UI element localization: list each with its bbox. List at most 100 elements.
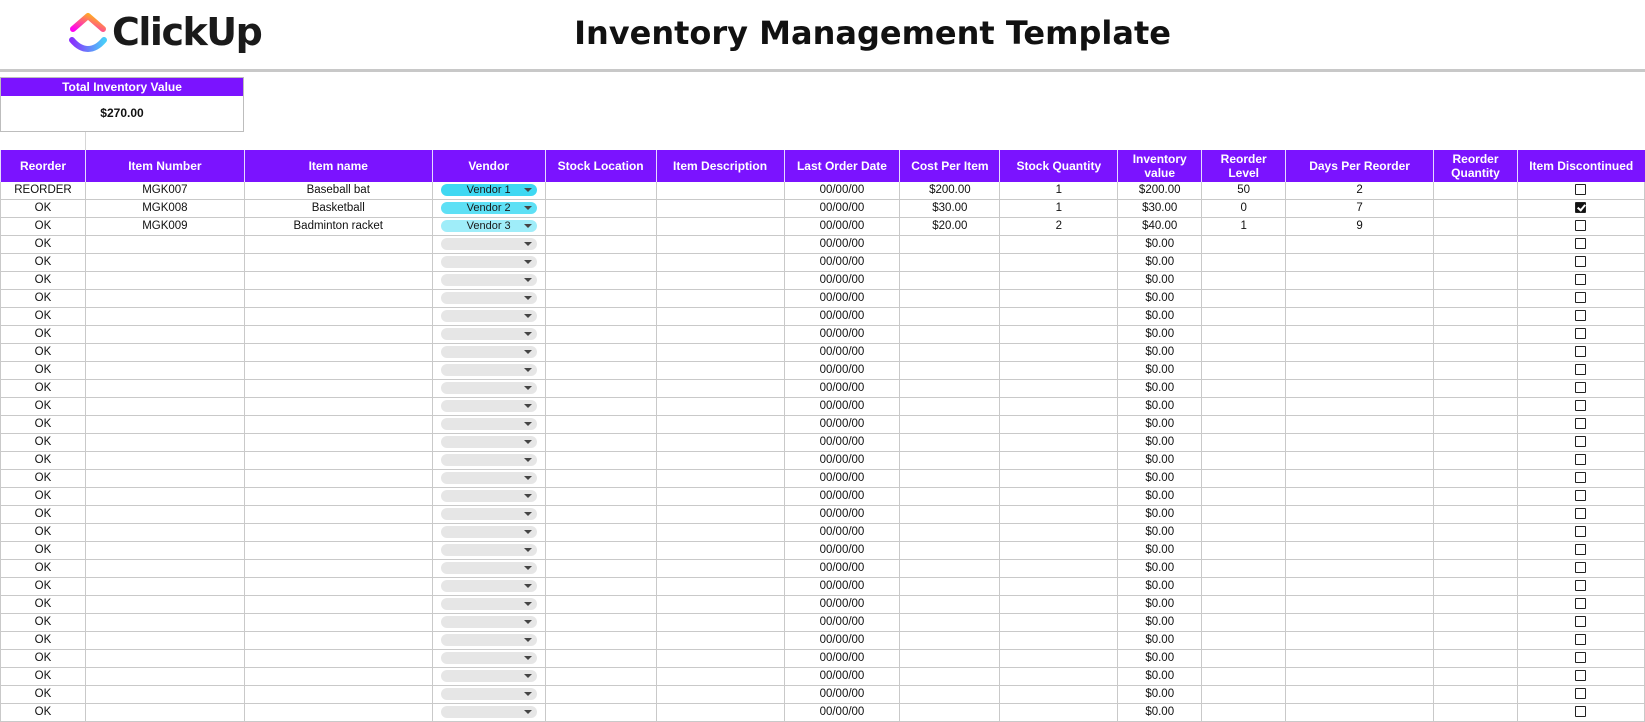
stock-quantity-cell[interactable] (999, 433, 1119, 452)
vendor-cell[interactable] (431, 649, 546, 668)
stock-quantity-cell[interactable] (999, 469, 1119, 488)
item-description-cell[interactable] (655, 505, 785, 524)
item-description-cell[interactable] (655, 685, 785, 704)
days-per-reorder-cell[interactable] (1285, 235, 1435, 254)
reorder-quantity-cell[interactable] (1433, 253, 1518, 272)
discontinued-checkbox[interactable] (1575, 598, 1587, 610)
vendor-dropdown[interactable] (440, 417, 537, 430)
discontinued-checkbox[interactable] (1575, 634, 1587, 646)
vendor-dropdown[interactable]: Vendor 3 (440, 219, 537, 232)
item-discontinued-cell[interactable] (1516, 667, 1645, 686)
reorder-status-cell[interactable]: OK (0, 451, 86, 470)
days-per-reorder-cell[interactable] (1285, 379, 1435, 398)
inventory-value-cell[interactable]: $0.00 (1117, 397, 1203, 416)
last-order-date-cell[interactable]: 00/00/00 (783, 379, 901, 398)
days-per-reorder-cell[interactable] (1285, 469, 1435, 488)
item-number-cell[interactable] (84, 667, 245, 686)
discontinued-checkbox[interactable] (1575, 400, 1587, 412)
vendor-dropdown[interactable] (440, 309, 537, 322)
days-per-reorder-cell[interactable] (1285, 649, 1435, 668)
item-discontinued-cell[interactable] (1516, 289, 1645, 308)
item-number-cell[interactable] (84, 343, 245, 362)
vendor-cell[interactable] (431, 523, 546, 542)
inventory-value-cell[interactable]: $0.00 (1117, 469, 1203, 488)
item-discontinued-cell[interactable] (1516, 577, 1645, 596)
discontinued-checkbox[interactable] (1575, 508, 1587, 520)
days-per-reorder-cell[interactable] (1285, 361, 1435, 380)
reorder-quantity-cell[interactable] (1433, 343, 1518, 362)
stock-quantity-cell[interactable] (999, 649, 1119, 668)
stock-quantity-cell[interactable] (999, 595, 1119, 614)
days-per-reorder-cell[interactable]: 2 (1285, 182, 1435, 200)
last-order-date-cell[interactable]: 00/00/00 (783, 487, 901, 506)
stock-location-cell[interactable] (544, 325, 657, 344)
item-name-cell[interactable] (243, 505, 433, 524)
last-order-date-cell[interactable]: 00/00/00 (783, 271, 901, 290)
reorder-quantity-cell[interactable] (1433, 685, 1518, 704)
item-number-cell[interactable] (84, 577, 245, 596)
item-number-cell[interactable] (84, 325, 245, 344)
item-discontinued-cell[interactable] (1516, 487, 1645, 506)
item-number-cell[interactable] (84, 487, 245, 506)
stock-quantity-cell[interactable] (999, 379, 1119, 398)
reorder-quantity-cell[interactable] (1433, 595, 1518, 614)
reorder-status-cell[interactable]: OK (0, 505, 86, 524)
item-discontinued-cell[interactable] (1516, 595, 1645, 614)
days-per-reorder-cell[interactable]: 7 (1285, 199, 1435, 218)
reorder-status-cell[interactable]: OK (0, 397, 86, 416)
item-name-cell[interactable] (243, 487, 433, 506)
item-name-cell[interactable] (243, 325, 433, 344)
days-per-reorder-cell[interactable] (1285, 433, 1435, 452)
reorder-level-cell[interactable] (1201, 667, 1287, 686)
cost-per-item-cell[interactable] (899, 343, 1001, 362)
cost-per-item-cell[interactable] (899, 433, 1001, 452)
stock-quantity-cell[interactable] (999, 289, 1119, 308)
item-name-cell[interactable]: Basketball (243, 199, 433, 218)
col-header-stock-location[interactable]: Stock Location (544, 150, 657, 182)
vendor-cell[interactable] (431, 379, 546, 398)
reorder-status-cell[interactable]: OK (0, 595, 86, 614)
reorder-status-cell[interactable]: OK (0, 361, 86, 380)
reorder-level-cell[interactable] (1201, 577, 1287, 596)
col-header-reorder-quantity[interactable]: Reorder Quantity (1433, 150, 1518, 182)
vendor-dropdown[interactable] (440, 507, 537, 520)
last-order-date-cell[interactable]: 00/00/00 (783, 253, 901, 272)
discontinued-checkbox[interactable] (1575, 616, 1587, 628)
stock-location-cell[interactable] (544, 595, 657, 614)
item-discontinued-cell[interactable] (1516, 361, 1645, 380)
discontinued-checkbox[interactable] (1575, 382, 1587, 394)
cost-per-item-cell[interactable]: $30.00 (899, 199, 1001, 218)
item-description-cell[interactable] (655, 379, 785, 398)
cost-per-item-cell[interactable] (899, 235, 1001, 254)
days-per-reorder-cell[interactable] (1285, 487, 1435, 506)
last-order-date-cell[interactable]: 00/00/00 (783, 433, 901, 452)
vendor-dropdown[interactable] (440, 327, 537, 340)
stock-location-cell[interactable] (544, 523, 657, 542)
stock-location-cell[interactable] (544, 253, 657, 272)
cost-per-item-cell[interactable] (899, 505, 1001, 524)
stock-location-cell[interactable] (544, 631, 657, 650)
reorder-level-cell[interactable] (1201, 523, 1287, 542)
discontinued-checkbox[interactable] (1575, 256, 1587, 268)
vendor-dropdown[interactable] (440, 363, 537, 376)
reorder-status-cell[interactable]: OK (0, 649, 86, 668)
reorder-status-cell[interactable]: OK (0, 703, 86, 722)
stock-quantity-cell[interactable] (999, 523, 1119, 542)
inventory-value-cell[interactable]: $0.00 (1117, 613, 1203, 632)
inventory-value-cell[interactable]: $0.00 (1117, 595, 1203, 614)
reorder-status-cell[interactable]: OK (0, 415, 86, 434)
vendor-cell[interactable] (431, 541, 546, 560)
vendor-cell[interactable] (431, 235, 546, 254)
item-description-cell[interactable] (655, 613, 785, 632)
reorder-quantity-cell[interactable] (1433, 487, 1518, 506)
reorder-quantity-cell[interactable] (1433, 182, 1518, 200)
item-name-cell[interactable] (243, 289, 433, 308)
item-discontinued-cell[interactable] (1516, 505, 1645, 524)
stock-quantity-cell[interactable]: 1 (999, 182, 1119, 200)
vendor-dropdown[interactable] (440, 579, 537, 592)
item-discontinued-cell[interactable] (1516, 415, 1645, 434)
item-discontinued-cell[interactable] (1516, 199, 1645, 218)
stock-location-cell[interactable] (544, 343, 657, 362)
item-description-cell[interactable] (655, 487, 785, 506)
cost-per-item-cell[interactable] (899, 577, 1001, 596)
